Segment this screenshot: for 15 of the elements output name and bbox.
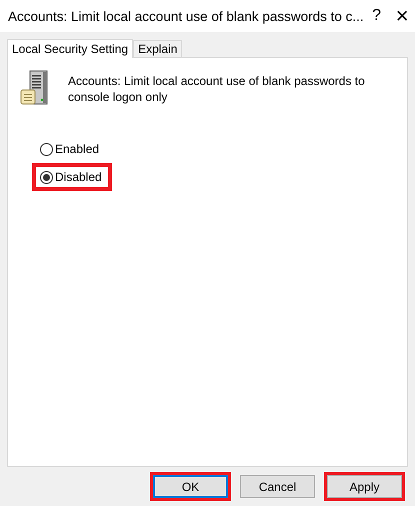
close-button[interactable]: × [389, 0, 415, 32]
tab[interactable]: Explain [133, 40, 182, 57]
policy-description: Accounts: Limit local account use of blank passwords to console logon only [68, 73, 366, 106]
dialog-button[interactable]: OK [153, 475, 228, 498]
radio-button[interactable] [40, 170, 53, 184]
radio-option[interactable]: Disabled [32, 163, 112, 191]
radio-button[interactable] [40, 142, 53, 156]
radio-label: Enabled [55, 142, 100, 156]
window-title: Accounts: Limit local account use of blank passwords to c... [8, 8, 364, 24]
tab[interactable]: Local Security Setting [7, 39, 134, 58]
dialog-button[interactable]: Cancel [240, 475, 315, 498]
radio-label: Disabled [55, 170, 102, 184]
help-button[interactable]: ? [364, 0, 390, 32]
dialog-button[interactable]: Apply [327, 475, 402, 498]
radio-option[interactable]: Enabled [32, 140, 106, 158]
